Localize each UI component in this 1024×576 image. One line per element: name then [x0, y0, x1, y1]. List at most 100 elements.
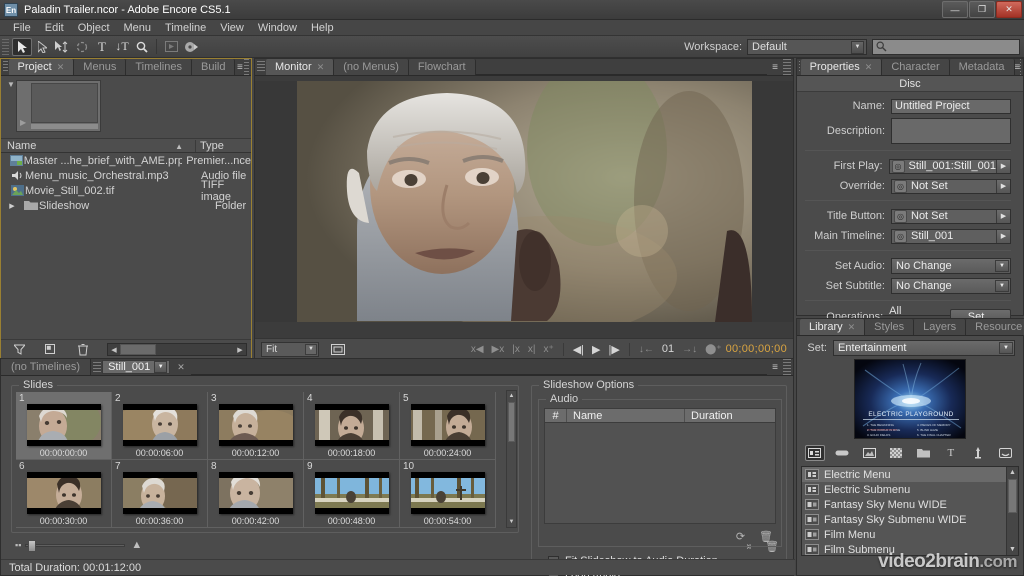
- minimize-button[interactable]: —: [942, 1, 968, 18]
- tab-flowchart[interactable]: Flowchart: [408, 59, 476, 75]
- panel-options-grip-icon[interactable]: [783, 59, 791, 75]
- monitor-video-preview[interactable]: [297, 81, 752, 322]
- scroll-up-icon[interactable]: ▲: [1007, 467, 1018, 478]
- first-play-field[interactable]: ◎ Still_001:Still_001 ▶: [888, 158, 1011, 174]
- panel-grip-icon[interactable]: [799, 61, 800, 73]
- menu-timeline[interactable]: Timeline: [158, 22, 213, 34]
- set-subtitle-select[interactable]: No Change ▼: [891, 278, 1011, 294]
- step-forward-button[interactable]: |▶: [609, 343, 620, 356]
- slide-cell[interactable]: 1 00:00:00:00: [16, 392, 112, 460]
- trim-out-icon[interactable]: ▶x: [492, 344, 505, 355]
- slide-cell[interactable]: 2 00:00:06:00: [112, 392, 208, 460]
- add-chapter-icon[interactable]: x⁺: [543, 344, 553, 355]
- panel-menu-icon[interactable]: ≡: [767, 359, 783, 375]
- scroll-up-icon[interactable]: ▲: [507, 391, 516, 401]
- column-type[interactable]: Type: [195, 139, 251, 152]
- tab-no-menus[interactable]: (no Menus): [334, 59, 409, 75]
- filter-icon[interactable]: [11, 342, 27, 357]
- slider-handle[interactable]: [28, 539, 37, 552]
- tab-build[interactable]: Build: [192, 59, 236, 75]
- panel-menu-icon[interactable]: ≡: [235, 59, 244, 75]
- trim-in-icon[interactable]: x◀: [471, 344, 484, 355]
- scrollbar-thumb[interactable]: [120, 344, 156, 355]
- panel-grip-icon[interactable]: [93, 362, 102, 374]
- slide-cell[interactable]: 8 00:00:42:00: [208, 460, 304, 528]
- list-item[interactable]: Movie_Still_002.tif TIFF image: [1, 179, 251, 203]
- slide-cell[interactable]: 10 00:00:54:00: [400, 460, 496, 528]
- thumbnail-zoom-slider[interactable]: [25, 539, 126, 552]
- active-timeline-select[interactable]: Still_001 ▼: [102, 360, 171, 374]
- tab-properties[interactable]: Properties ✕: [800, 59, 883, 75]
- slide-cell[interactable]: 5 00:00:24:00: [400, 392, 496, 460]
- list-item[interactable]: Film Menu: [802, 527, 1018, 542]
- set-audio-select[interactable]: No Change ▼: [891, 258, 1011, 274]
- title-button-field[interactable]: ◎ Not Set ▶: [891, 208, 1011, 224]
- delete-icon[interactable]: 🗑: [759, 530, 773, 543]
- list-item[interactable]: Master ...he_brief_with_AME.prproj Premi…: [1, 153, 251, 168]
- selection-tool-icon[interactable]: [12, 37, 32, 56]
- background-icon[interactable]: [886, 445, 906, 461]
- step-back-button[interactable]: ◀|: [573, 343, 584, 356]
- pickwhip-icon[interactable]: ◎: [894, 229, 907, 243]
- panel-options-grip-icon[interactable]: [244, 59, 249, 75]
- folder-icon[interactable]: [914, 445, 934, 461]
- previous-chapter-icon[interactable]: ↓←: [639, 344, 654, 355]
- vertical-text-tool-icon[interactable]: ↓T: [112, 38, 132, 56]
- column-name[interactable]: Name ▲: [1, 140, 195, 152]
- slide-cell[interactable]: 3 00:00:12:00: [208, 392, 304, 460]
- dropdown-arrow-icon[interactable]: ▶: [996, 159, 1010, 173]
- tab-timelines[interactable]: Timelines: [126, 59, 192, 75]
- menu-icon[interactable]: [804, 445, 825, 461]
- panel-options-grip-icon[interactable]: [783, 359, 791, 375]
- tab-monitor[interactable]: Monitor ✕: [266, 59, 335, 75]
- delete-icon[interactable]: [75, 342, 91, 357]
- folder-disclosure-icon[interactable]: ▶: [1, 202, 23, 210]
- menu-menu[interactable]: Menu: [117, 22, 159, 34]
- split-left-icon[interactable]: |x: [512, 344, 520, 355]
- slide-cell[interactable]: 9 00:00:48:00: [304, 460, 400, 528]
- search-input[interactable]: [872, 38, 1020, 55]
- menu-object[interactable]: Object: [71, 22, 117, 34]
- large-thumbnail-icon[interactable]: ▲: [131, 539, 142, 551]
- panel-grip-icon[interactable]: [3, 61, 8, 73]
- close-icon[interactable]: ✕: [317, 62, 325, 73]
- list-item[interactable]: Electric Menu: [802, 467, 1018, 482]
- pickwhip-icon[interactable]: ◎: [894, 209, 907, 223]
- play-button[interactable]: ▶: [592, 343, 600, 356]
- slide-cell[interactable]: 7 00:00:36:00: [112, 460, 208, 528]
- description-field[interactable]: [891, 118, 1011, 144]
- dropdown-arrow-icon[interactable]: ▶: [996, 229, 1010, 243]
- panel-grip-icon[interactable]: [257, 61, 265, 73]
- dropdown-arrow-icon[interactable]: ▶: [996, 209, 1010, 223]
- slide-cell[interactable]: 4 00:00:18:00: [304, 392, 400, 460]
- add-marker-icon[interactable]: ⬤⁺: [705, 344, 721, 355]
- close-button[interactable]: ✕: [996, 1, 1022, 18]
- close-icon[interactable]: ✕: [171, 359, 191, 375]
- list-item[interactable]: Electric Submenu: [802, 482, 1018, 497]
- rotate-tool-icon[interactable]: [72, 38, 92, 56]
- text-icon[interactable]: T: [941, 445, 961, 461]
- menu-file[interactable]: File: [6, 22, 38, 34]
- scroll-right-icon[interactable]: ▶: [234, 346, 246, 354]
- zoom-level-select[interactable]: Fit ▼: [261, 341, 319, 357]
- preview-disclosure-icon[interactable]: ▼: [7, 80, 16, 89]
- split-right-icon[interactable]: x|: [528, 344, 536, 355]
- pickwhip-icon[interactable]: ◎: [891, 159, 905, 173]
- scrollbar-thumb[interactable]: [508, 402, 515, 442]
- slides-vertical-scrollbar[interactable]: ▲ ▼: [506, 390, 517, 528]
- maximize-button[interactable]: ❐: [969, 1, 995, 18]
- panel-options-grip-icon[interactable]: [1020, 59, 1021, 75]
- tab-resource[interactable]: Resource: [966, 319, 1024, 335]
- tab-project[interactable]: Project ✕: [8, 59, 75, 75]
- play-icon[interactable]: ▶: [20, 118, 26, 127]
- new-item-icon[interactable]: [43, 342, 59, 357]
- replacement-icon[interactable]: [995, 445, 1015, 461]
- menu-help[interactable]: Help: [304, 22, 341, 34]
- tab-menus[interactable]: Menus: [74, 59, 127, 75]
- tab-library[interactable]: Library ✕: [800, 319, 866, 335]
- name-field[interactable]: Untitled Project: [891, 98, 1011, 114]
- refresh-icon[interactable]: ⟳: [736, 530, 745, 543]
- dropdown-arrow-icon[interactable]: ▶: [996, 179, 1010, 193]
- menu-edit[interactable]: Edit: [38, 22, 71, 34]
- slide-cell[interactable]: 6 00:00:30:00: [16, 460, 112, 528]
